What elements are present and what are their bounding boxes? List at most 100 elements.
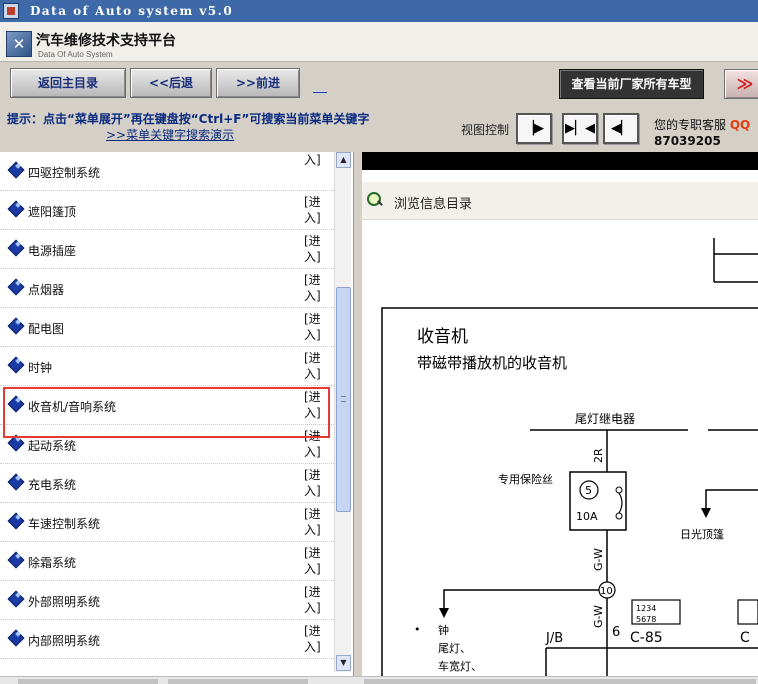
connector-c85-label: C-85 <box>630 630 663 646</box>
wiring-diagram: 收音机 带磁带播放机的收音机 尾灯继电器 2R 专用保险丝 5 10A G-W … <box>381 238 758 676</box>
app-window: Data of Auto system v5.0 ✕ 汽车维修技术支持平台 Da… <box>0 0 758 684</box>
empty-link[interactable] <box>313 92 327 93</box>
forward-button[interactable]: >>前进 <box>216 68 300 98</box>
bullet-mark: • <box>414 623 421 636</box>
support-contact: 您的专职客服 QQ <box>654 116 750 133</box>
book-icon <box>8 280 22 294</box>
search-demo-link[interactable]: >>菜单关键字搜索演示 <box>106 126 234 143</box>
menu-item-label[interactable]: 充电系统 <box>28 476 76 493</box>
book-icon <box>8 319 22 333</box>
wrench-logo-icon: ✕ <box>6 31 32 57</box>
menu-item-label[interactable]: 外部照明系统 <box>28 593 100 610</box>
menu-item[interactable]: 电源插座 [进入] <box>0 230 334 269</box>
sunroof-label: 日光顶篷 <box>680 527 724 541</box>
view-control-label: 视图控制 <box>461 123 510 137</box>
menu-item-label[interactable]: 四驱控制系统 <box>28 164 100 181</box>
view-expand-right-button[interactable]: ▕▶ <box>516 113 552 144</box>
fuse-amperage: 10A <box>576 510 598 523</box>
list-clearance-light: 车宽灯、 <box>438 659 482 673</box>
menu-item[interactable]: 起动系统 [进入] <box>0 425 334 464</box>
brand-header: ✕ 汽车维修技术支持平台 Data Of Auto System <box>0 22 758 62</box>
arrow-right-icon: ▕▶ <box>524 121 544 136</box>
menu-item-label[interactable]: 配电图 <box>28 320 64 337</box>
fuse-number: 5 <box>585 484 592 497</box>
menu-item[interactable]: 内部照明系统 [进入] <box>0 620 334 659</box>
brand-subtitle: Data Of Auto System <box>38 50 113 59</box>
menu-item-label[interactable]: 时钟 <box>28 359 52 376</box>
back-button[interactable]: <<后退 <box>130 68 212 98</box>
book-icon <box>8 202 22 216</box>
scroll-down-icon[interactable]: ▼ <box>336 655 351 671</box>
horizontal-scrollbar[interactable] <box>0 676 758 684</box>
book-icon <box>8 241 22 255</box>
all-models-button[interactable]: 查看当前厂家所有车型 <box>559 69 704 99</box>
menu-item[interactable]: 充电系统 [进入] <box>0 464 334 503</box>
support-phone: 87039205 <box>654 134 721 148</box>
book-icon <box>8 436 22 450</box>
title-bar: Data of Auto system v5.0 <box>0 0 758 22</box>
enter-link[interactable]: [进入] <box>304 428 328 460</box>
arrow-left-icon: ◀▏ <box>611 121 631 136</box>
menu-item[interactable]: 遮阳篷顶 [进入] <box>0 191 334 230</box>
connector-pins-top: 1234 <box>636 604 656 613</box>
qq-link[interactable]: QQ <box>730 118 750 132</box>
scroll-thumb[interactable] <box>336 287 351 512</box>
book-icon <box>8 397 22 411</box>
menu-item[interactable]: 配电图 [进入] <box>0 308 334 347</box>
scroll-segment-right <box>364 679 756 684</box>
tip-text: 提示：点击“菜单展开”再在键盘按“Ctrl+F”可搜索当前菜单关键字 <box>7 112 370 126</box>
connector-pins-bottom: 5678 <box>636 615 656 624</box>
menu-item[interactable]: 时钟 [进入] <box>0 347 334 386</box>
list-clock: 钟 <box>438 623 449 637</box>
menu-item-label[interactable]: 车速控制系统 <box>28 515 100 532</box>
enter-link[interactable]: [进入] <box>304 506 328 538</box>
scroll-up-icon[interactable]: ▲ <box>336 152 351 168</box>
enter-link[interactable]: [进入] <box>304 350 328 382</box>
book-icon <box>8 514 22 528</box>
menu-item-label[interactable]: 电源插座 <box>28 242 76 259</box>
menu-item[interactable]: 收音机/音响系统 [进入] <box>0 386 334 425</box>
scroll-segment-left <box>18 679 158 684</box>
enter-link[interactable]: [进入] <box>304 152 328 168</box>
enter-link[interactable]: [进入] <box>304 389 328 421</box>
enter-link[interactable]: [进入] <box>304 272 328 304</box>
enter-link[interactable]: [进入] <box>304 545 328 577</box>
menu-item[interactable]: 除霜系统 [进入] <box>0 542 334 581</box>
menu-item-label[interactable]: 收音机/音响系统 <box>28 398 116 415</box>
menu-item[interactable]: 外部照明系统 [进入] <box>0 581 334 620</box>
enter-link[interactable]: [进入] <box>304 467 328 499</box>
menu-item-label[interactable]: 内部照明系统 <box>28 632 100 649</box>
menu-item[interactable]: 四驱控制系统 [进入] <box>0 152 334 191</box>
menu-scrollbar[interactable]: ▲ ▼ <box>334 152 351 672</box>
diagram-subtitle: 带磁带播放机的收音机 <box>417 354 567 372</box>
menu-item[interactable]: 车速控制系统 [进入] <box>0 503 334 542</box>
menu-item-label[interactable]: 起动系统 <box>28 437 76 454</box>
menu-pane: 四驱控制系统 [进入] 遮阳篷顶 [进入] 电源插座 [进入] 点烟器 [进入] 配电图 [进入]… <box>0 152 354 676</box>
enter-link[interactable]: [进入] <box>304 584 328 616</box>
wire-2r-label: 2R <box>592 448 605 463</box>
enter-link[interactable]: [进入] <box>304 194 328 226</box>
node-6-label: 6 <box>612 625 620 640</box>
browse-header: 浏览信息目录 <box>362 182 758 220</box>
menu-item[interactable]: 点烟器 [进入] <box>0 269 334 308</box>
book-icon <box>8 163 22 177</box>
more-button[interactable]: ≫ <box>724 69 758 99</box>
app-icon <box>3 3 19 19</box>
view-split-button[interactable]: ▶▏◀ <box>562 113 598 144</box>
home-button[interactable]: 返回主目录 <box>10 68 126 98</box>
grip-icon <box>341 396 346 402</box>
enter-link[interactable]: [进入] <box>304 233 328 265</box>
menu-item-label[interactable]: 遮阳篷顶 <box>28 203 76 220</box>
menu-item-label[interactable]: 点烟器 <box>28 281 64 298</box>
enter-link[interactable]: [进入] <box>304 623 328 655</box>
view-expand-left-button[interactable]: ◀▏ <box>603 113 639 144</box>
menu-item-label[interactable]: 除霜系统 <box>28 554 76 571</box>
magnifier-icon <box>367 192 383 208</box>
relay-label: 尾灯继电器 <box>575 412 635 426</box>
book-icon <box>8 592 22 606</box>
window-title: Data of Auto system v5.0 <box>30 4 234 18</box>
content-top-bar <box>362 152 758 170</box>
diagram-title: 收音机 <box>417 327 468 347</box>
enter-link[interactable]: [进入] <box>304 311 328 343</box>
connector-c-label: C <box>740 630 750 646</box>
